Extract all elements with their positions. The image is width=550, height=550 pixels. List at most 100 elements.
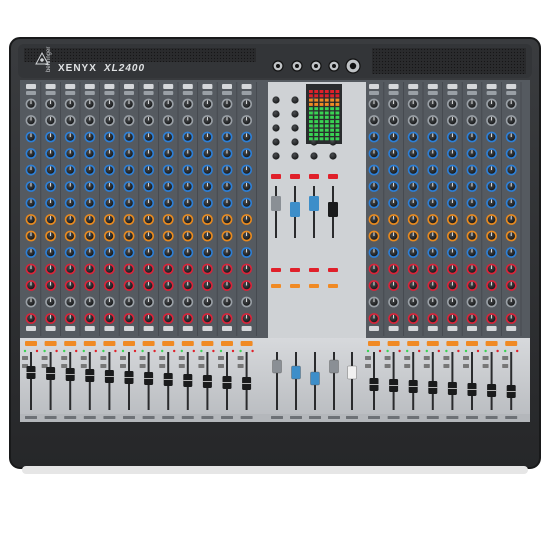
channel-label [426,416,439,419]
signal-led [102,349,105,353]
signal-led [43,349,46,353]
master-fader-slot [275,186,277,238]
signal-led [180,349,183,353]
meter-segment [319,120,324,124]
left-grille [24,48,256,62]
channel-button [388,91,399,95]
meter-segment [324,115,329,119]
channel-button [163,91,174,95]
meter-segment [335,107,340,111]
master-knob [272,152,280,160]
mute-led-button [387,341,400,346]
peak-led [192,349,195,353]
assign-button [100,356,107,360]
channel-label [290,416,302,419]
assign-button [482,356,489,360]
master-fader-cap [328,202,338,217]
meter-segment [335,128,340,132]
master-fader-cap [309,196,319,211]
mute-led-button [142,341,155,346]
assign-button [463,356,469,360]
meter-segment [314,120,319,124]
master-knob [291,124,299,132]
channel-label [64,416,77,419]
mute-led-button [25,341,37,346]
meter-segment [335,111,340,115]
peak-led [398,349,401,353]
master-button [309,284,319,288]
mute-led-button [485,341,498,346]
meter-segment [314,98,319,102]
assign-button [61,364,68,368]
master-button [290,284,300,288]
master-knob [272,110,280,118]
signal-led [82,349,86,353]
meter-segment [330,120,334,124]
peak-led [153,349,156,353]
peak-led [476,349,480,353]
channel-button [104,91,115,95]
channel-button [124,84,134,89]
signal-led [23,349,27,353]
master-knob [291,96,299,104]
master-button [328,174,338,179]
master-button [271,174,281,179]
meter-segment [309,102,313,106]
meter-segment [314,124,319,128]
meter-segment [335,124,340,128]
channel-button [222,91,232,95]
assign-button [80,364,87,368]
mute-led-button [181,341,194,346]
channel-button [202,84,213,89]
channel-label [328,416,340,419]
meter-segment [314,107,319,111]
assign-button [365,364,371,368]
meter-segment [309,128,313,132]
assign-button [139,364,146,368]
assign-button [178,364,185,368]
master-button [271,284,281,288]
mute-button [408,326,419,331]
channel-button [84,91,95,95]
assign-button [384,356,391,360]
master-tray-fader-cap [347,365,357,380]
mute-button [65,326,76,331]
peak-led [173,349,176,353]
meter-segment [335,133,340,136]
channel-label [309,416,321,419]
assign-button [41,356,48,360]
assign-button [404,356,411,360]
mute-button [241,326,252,331]
channel-button [388,84,399,89]
channel-label [221,416,233,419]
meter-segment [309,98,313,102]
assign-button [443,356,450,360]
fader-slot [490,352,493,410]
assign-button [198,364,205,368]
fader-slot [30,352,32,410]
mute-button [143,326,154,331]
signal-led [425,349,428,353]
meter-segment [309,107,313,111]
meter-segment [335,90,340,93]
mute-button [388,326,399,331]
meter-segment [324,120,329,124]
master-button [328,268,338,272]
meter-segment [324,107,329,111]
meter-segment [309,90,313,93]
channel-button [143,91,154,95]
assign-button [423,356,430,360]
meter-segment [319,90,324,93]
peak-led [516,349,519,353]
assign-button [22,356,28,360]
meter-segment [314,128,319,132]
channel-button [427,91,438,95]
channel-label [446,416,459,419]
mute-led-button [103,341,116,346]
signal-led [386,349,389,353]
mute-led-button [426,341,439,346]
channel-button [65,91,76,95]
fader-slot [49,352,52,410]
meter-segment [335,98,340,102]
meter-segment [309,124,313,128]
